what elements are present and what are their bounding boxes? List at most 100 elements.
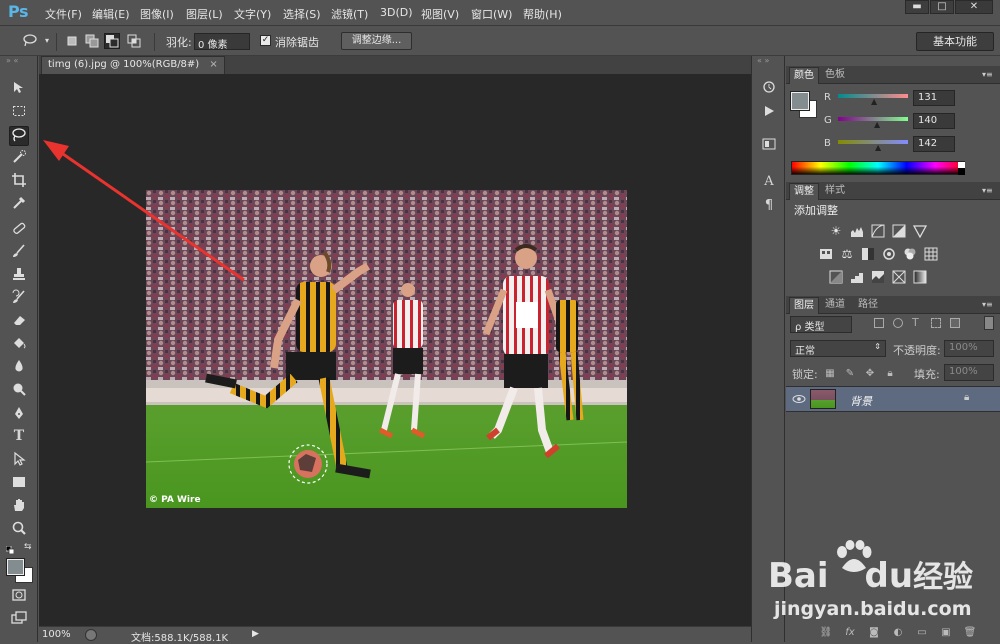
rectangle-tool-icon[interactable]: [9, 474, 29, 494]
lasso-tool-icon[interactable]: [9, 126, 29, 146]
canvas-area[interactable]: © PA Wire: [39, 74, 751, 626]
layer-row[interactable]: 背景 🔒︎: [786, 386, 1000, 412]
green-slider[interactable]: [838, 117, 908, 121]
new-layer-icon[interactable]: ▣: [939, 626, 953, 640]
default-colors-icon[interactable]: [5, 544, 15, 555]
red-value-input[interactable]: 131: [913, 90, 955, 106]
path-selection-tool-icon[interactable]: [9, 451, 29, 471]
spectrum-black-swatch[interactable]: [958, 168, 965, 175]
color-balance-icon[interactable]: ⚖: [840, 247, 854, 261]
clone-stamp-tool-icon[interactable]: [9, 266, 29, 286]
black-white-icon[interactable]: [861, 247, 875, 261]
minimize-button[interactable]: ▬: [905, 0, 929, 14]
fill-input[interactable]: 100%: [944, 364, 994, 381]
opacity-input[interactable]: 100%: [944, 340, 994, 357]
paint-bucket-tool-icon[interactable]: [9, 335, 29, 355]
link-layers-icon[interactable]: ⛓: [819, 626, 833, 640]
eraser-tool-icon[interactable]: [9, 312, 29, 332]
levels-icon[interactable]: [850, 224, 864, 238]
menu-help[interactable]: 帮助(H): [523, 6, 562, 22]
blue-slider[interactable]: [838, 140, 908, 144]
type-filter-icon[interactable]: T: [912, 316, 919, 329]
photo-filter-icon[interactable]: [882, 247, 896, 261]
add-selection-icon[interactable]: [84, 33, 100, 49]
panel-menu-icon[interactable]: ▾≡: [982, 300, 993, 309]
menu-window[interactable]: 窗口(W): [471, 6, 512, 22]
quick-mask-icon[interactable]: [9, 587, 29, 607]
delete-layer-icon[interactable]: 🗑︎: [963, 626, 977, 640]
feather-input[interactable]: 0 像素: [194, 33, 250, 51]
strip-collapse-icon[interactable]: « »: [757, 57, 783, 65]
channel-mixer-icon[interactable]: [903, 247, 917, 261]
curves-icon[interactable]: [871, 224, 885, 238]
hue-saturation-icon[interactable]: [819, 247, 833, 261]
pixel-filter-icon[interactable]: [874, 318, 884, 328]
exposure-icon[interactable]: [892, 224, 906, 238]
new-adjustment-icon[interactable]: ◐: [891, 626, 905, 640]
crop-tool-icon[interactable]: [9, 172, 29, 192]
tab-adjustments[interactable]: 调整: [789, 183, 819, 200]
healing-brush-tool-icon[interactable]: [9, 220, 29, 240]
menu-edit[interactable]: 编辑(E): [92, 6, 130, 22]
menu-3d[interactable]: 3D(D): [380, 6, 413, 19]
menu-image[interactable]: 图像(I): [140, 6, 174, 22]
swap-colors-icon[interactable]: ⇆: [24, 542, 34, 552]
color-spectrum-bar[interactable]: [791, 161, 965, 175]
menu-select[interactable]: 选择(S): [283, 6, 321, 22]
green-slider-thumb-icon[interactable]: ▲: [874, 120, 880, 129]
threshold-icon[interactable]: [871, 270, 885, 284]
dodge-tool-icon[interactable]: [9, 381, 29, 401]
quick-selection-tool-icon[interactable]: [9, 149, 29, 169]
smart-object-filter-icon[interactable]: [950, 318, 960, 328]
properties-icon[interactable]: [760, 136, 778, 154]
menu-file[interactable]: 文件(F): [45, 6, 82, 22]
selective-color-icon[interactable]: [892, 270, 906, 284]
vibrance-icon[interactable]: [912, 224, 928, 239]
intersect-selection-icon[interactable]: [126, 33, 142, 49]
lock-pixels-icon[interactable]: ✎: [844, 368, 856, 380]
brightness-icon[interactable]: ☀: [829, 224, 843, 238]
adjustment-filter-icon[interactable]: [893, 318, 903, 328]
paragraph-icon[interactable]: ¶: [760, 197, 778, 215]
color-panel-fg-swatch[interactable]: [790, 91, 810, 111]
antialias-checkbox[interactable]: ✓: [260, 35, 271, 46]
history-icon[interactable]: [760, 79, 778, 97]
history-brush-tool-icon[interactable]: [9, 289, 29, 309]
tab-paths[interactable]: 路径: [854, 297, 882, 314]
panel-menu-icon[interactable]: ▾≡: [982, 186, 993, 195]
refine-edge-button[interactable]: 调整边缘...: [341, 32, 412, 50]
tab-styles[interactable]: 样式: [821, 183, 849, 200]
tab-swatches[interactable]: 色板: [821, 67, 849, 84]
eyedropper-tool-icon[interactable]: [9, 195, 29, 215]
gradient-map-icon[interactable]: [913, 270, 927, 284]
shape-filter-icon[interactable]: [931, 318, 941, 328]
new-selection-icon[interactable]: [64, 33, 80, 49]
blue-value-input[interactable]: 142: [913, 136, 955, 152]
blue-slider-thumb-icon[interactable]: ▲: [875, 143, 881, 152]
status-menu-arrow-icon[interactable]: ▶: [252, 629, 259, 639]
invert-icon[interactable]: [829, 270, 843, 284]
lasso-preset-icon[interactable]: [22, 33, 38, 49]
new-group-icon[interactable]: ▭: [915, 626, 929, 640]
posterize-icon[interactable]: [850, 270, 864, 284]
blur-tool-icon[interactable]: [9, 358, 29, 378]
lock-transparency-icon[interactable]: ▦: [824, 368, 836, 380]
screen-mode-icon[interactable]: [9, 610, 29, 630]
panel-menu-icon[interactable]: ▾≡: [982, 70, 993, 79]
layer-style-icon[interactable]: fx: [843, 626, 857, 640]
toolbox-collapse-icon[interactable]: » «: [6, 57, 32, 65]
type-tool-icon[interactable]: T: [9, 428, 29, 448]
lock-position-icon[interactable]: ✥: [864, 368, 876, 380]
foreground-color-swatch[interactable]: [6, 558, 25, 576]
move-tool-icon[interactable]: [9, 80, 29, 100]
workspace-button[interactable]: 基本功能: [916, 32, 994, 51]
menu-filter[interactable]: 滤镜(T): [331, 6, 368, 22]
lock-all-icon[interactable]: 🔒︎: [884, 368, 896, 380]
tab-channels[interactable]: 通道: [821, 297, 849, 314]
add-mask-icon[interactable]: ◙: [867, 626, 881, 640]
pen-tool-icon[interactable]: [9, 405, 29, 425]
actions-play-icon[interactable]: [760, 103, 778, 121]
character-icon[interactable]: A: [760, 174, 778, 192]
visibility-eye-icon[interactable]: [792, 394, 806, 407]
subtract-selection-icon[interactable]: [104, 33, 120, 49]
